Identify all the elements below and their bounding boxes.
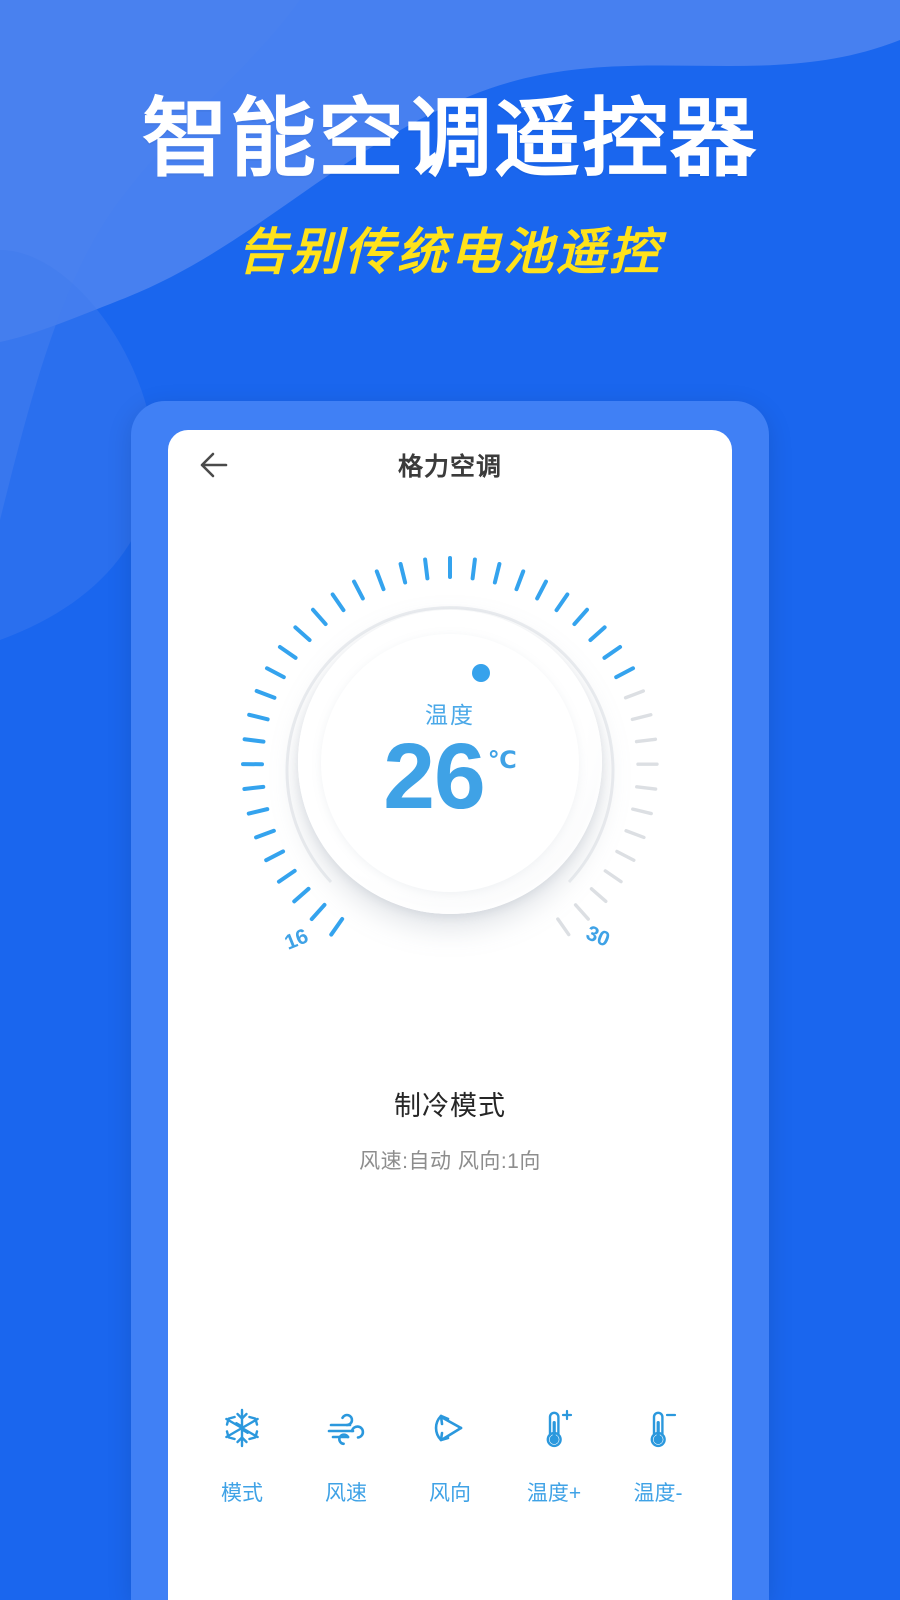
- swing-icon: [428, 1405, 472, 1451]
- back-arrow-icon[interactable]: [196, 449, 240, 481]
- status-block: 制冷模式 风速:自动 风向:1向: [168, 1084, 732, 1175]
- control-temp-up-button[interactable]: 温度+: [508, 1405, 600, 1507]
- mode-name: 制冷模式: [394, 1091, 506, 1121]
- page-subtitle: 告别传统电池遥控: [238, 223, 662, 282]
- control-temp-down-button[interactable]: 温度-: [612, 1405, 704, 1507]
- control-label: 模式: [221, 1482, 263, 1505]
- wind-icon: [323, 1405, 369, 1451]
- app-header: 格力空调: [168, 430, 732, 500]
- control-label: 温度-: [633, 1482, 683, 1505]
- thermometer-plus-icon: [532, 1405, 576, 1451]
- control-wind-direction-button[interactable]: 风向: [404, 1405, 496, 1507]
- hero-section: 智能空调遥控器 告别传统电池遥控: [0, 0, 900, 284]
- control-bar: 模式 风速 风向 温度+ 温度-: [168, 1405, 732, 1507]
- phone-screen: 格力空调 温度 26 ℃ 16 30 制冷模式 风速:自动 风向:1向 模式 风…: [168, 430, 732, 1600]
- dial-readout: 温度 26 ℃: [321, 634, 579, 892]
- thermometer-minus-icon: [636, 1405, 680, 1451]
- snowflake-icon: [220, 1405, 264, 1451]
- control-label: 风速: [325, 1482, 367, 1505]
- temperature-value: 26: [383, 723, 485, 828]
- app-title: 格力空调: [397, 453, 502, 481]
- temperature-unit: ℃: [487, 746, 517, 774]
- dial-position-dot: [472, 664, 490, 682]
- control-label: 温度+: [526, 1482, 582, 1505]
- fan-status-text: 风速:自动 风向:1向: [359, 1150, 541, 1173]
- control-label: 风向: [429, 1482, 471, 1505]
- control-mode-button[interactable]: 模式: [196, 1405, 288, 1507]
- page-title: 智能空调遥控器: [142, 89, 758, 189]
- temperature-dial[interactable]: 温度 26 ℃ 16 30: [235, 550, 665, 980]
- control-fan-speed-button[interactable]: 风速: [300, 1405, 392, 1507]
